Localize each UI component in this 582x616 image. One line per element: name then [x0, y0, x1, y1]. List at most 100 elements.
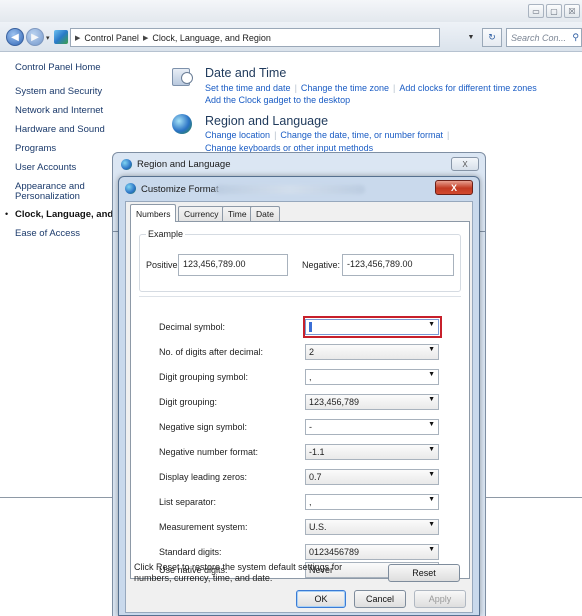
- measurement-system-select[interactable]: U.S. ▼: [305, 519, 439, 535]
- ok-button[interactable]: OK: [296, 590, 346, 608]
- sidebar-item-system-security[interactable]: System and Security: [15, 86, 102, 97]
- cancel-button[interactable]: Cancel: [354, 590, 406, 608]
- back-button[interactable]: ◀: [6, 28, 24, 46]
- standard-digits-value: 0123456789: [309, 547, 360, 557]
- forward-button[interactable]: ▶: [26, 28, 44, 46]
- clock-icon: [181, 72, 193, 84]
- sidebar-item-programs[interactable]: Programs: [15, 143, 56, 154]
- digits-after-decimal-select[interactable]: 2 ▼: [305, 344, 439, 360]
- decimal-symbol-label: Decimal symbol:: [159, 322, 226, 332]
- display-leading-zeros-select[interactable]: 0.7 ▼: [305, 469, 439, 485]
- blurred-title-text: [215, 185, 365, 194]
- sidebar-item-personalization[interactable]: Personalization: [15, 191, 80, 202]
- customize-format-title: Customize Format: [141, 184, 219, 195]
- date-time-title[interactable]: Date and Time: [205, 66, 286, 80]
- negative-sign-symbol-value: -: [309, 422, 312, 432]
- sidebar-item-network-internet[interactable]: Network and Internet: [15, 105, 103, 116]
- divider: [139, 296, 461, 297]
- measurement-system-label: Measurement system:: [159, 522, 248, 532]
- digits-after-decimal-label: No. of digits after decimal:: [159, 347, 264, 357]
- tab-currency[interactable]: Currency: [178, 206, 225, 221]
- address-bar[interactable]: ▶ Control Panel ▶ Clock, Language, and R…: [70, 28, 440, 47]
- tab-time[interactable]: Time: [222, 206, 253, 221]
- digit-grouping-select[interactable]: 123,456,789 ▼: [305, 394, 439, 410]
- display-leading-zeros-value: 0.7: [309, 472, 322, 482]
- sidebar-item-hardware-sound[interactable]: Hardware and Sound: [15, 124, 105, 135]
- link-set-time-date[interactable]: Set the time and date: [205, 83, 291, 93]
- search-icon: ⚲: [572, 32, 579, 42]
- maximize-button[interactable]: ▢: [546, 4, 562, 18]
- sidebar-item-user-accounts[interactable]: User Accounts: [15, 162, 76, 173]
- positive-label: Positive:: [146, 260, 181, 270]
- digit-grouping-symbol-value: ,: [309, 372, 312, 382]
- negative-sign-symbol-label: Negative sign symbol:: [159, 422, 248, 432]
- link-change-format[interactable]: Change the date, time, or number format: [280, 130, 443, 140]
- decimal-symbol-input[interactable]: ▼: [305, 319, 439, 335]
- apply-button[interactable]: Apply: [414, 590, 466, 608]
- link-add-clock-gadget[interactable]: Add the Clock gadget to the desktop: [205, 95, 350, 105]
- dropdown-arrow-icon: ▼: [428, 396, 435, 403]
- dropdown-arrow-icon: ▼: [428, 521, 435, 528]
- set-time-date-link[interactable]: Set the time and date | Change the time zo…: [205, 83, 537, 93]
- list-separator-label: List separator:: [159, 497, 217, 507]
- breadcrumb-chevron-icon: ▶: [142, 34, 149, 42]
- reset-button[interactable]: Reset: [388, 564, 460, 582]
- link-change-time-zone[interactable]: Change the time zone: [301, 83, 389, 93]
- refresh-icon: ↻: [488, 32, 496, 42]
- sidebar-item-control-panel-home[interactable]: Control Panel Home: [15, 62, 101, 73]
- list-separator-value: ,: [309, 497, 312, 507]
- current-item-bullet: •: [5, 209, 9, 219]
- control-panel-titlebar: ▭ ▢ ☒: [0, 0, 582, 22]
- example-label: Example: [146, 229, 186, 239]
- close-icon: X: [462, 159, 468, 169]
- sidebar-item-clock-language[interactable]: Clock, Language, and: [15, 209, 113, 220]
- tab-date[interactable]: Date: [250, 206, 280, 221]
- address-dropdown-button[interactable]: ▼: [462, 28, 480, 47]
- control-panel-icon: [54, 30, 68, 44]
- sidebar-item-ease-of-access[interactable]: Ease of Access: [15, 228, 80, 239]
- customize-format-dialog: Customize Format X Numbers Currency Time…: [118, 176, 480, 616]
- customize-format-titlebar: Customize Format X: [119, 177, 479, 201]
- reset-note: Click Reset to restore the system defaul…: [134, 562, 343, 583]
- negative-number-format-select[interactable]: -1.1 ▼: [305, 444, 439, 460]
- negative-label: Negative:: [302, 260, 341, 270]
- link-change-location[interactable]: Change location: [205, 130, 270, 140]
- digit-grouping-label: Digit grouping:: [159, 397, 218, 407]
- close-window-button[interactable]: ☒: [564, 4, 580, 18]
- search-placeholder: Search Con...: [511, 32, 567, 43]
- digit-grouping-symbol-label: Digit grouping symbol:: [159, 372, 249, 382]
- tab-numbers[interactable]: Numbers: [130, 204, 177, 222]
- dropdown-arrow-icon: ▼: [428, 371, 435, 378]
- numbers-tab-panel: Example Positive: 123,456,789.00 Negativ…: [130, 221, 470, 579]
- list-separator-input[interactable]: , ▼: [305, 494, 439, 510]
- standard-digits-label: Standard digits:: [159, 547, 222, 557]
- example-group: Example Positive: 123,456,789.00 Negativ…: [139, 229, 461, 292]
- display-leading-zeros-label: Display leading zeros:: [159, 472, 248, 482]
- refresh-button[interactable]: ↻: [482, 28, 502, 47]
- recent-pages-dropdown[interactable]: ▾: [46, 34, 50, 42]
- negative-example-field: -123,456,789.00: [342, 254, 454, 276]
- forward-arrow-icon: ▶: [31, 31, 39, 43]
- region-dialog-title: Region and Language: [137, 159, 231, 170]
- text-caret: [309, 322, 312, 332]
- region-language-title[interactable]: Region and Language: [205, 114, 328, 128]
- breadcrumb-clock-language-region[interactable]: Clock, Language, and Region: [152, 33, 271, 43]
- standard-digits-select[interactable]: 0123456789 ▼: [305, 544, 439, 560]
- negative-sign-symbol-input[interactable]: - ▼: [305, 419, 439, 435]
- region-dialog-close-button[interactable]: X: [451, 157, 479, 171]
- back-arrow-icon: ◀: [11, 31, 19, 43]
- measurement-system-value: U.S.: [309, 522, 327, 532]
- customize-format-close-button[interactable]: X: [435, 180, 473, 195]
- digit-grouping-symbol-input[interactable]: , ▼: [305, 369, 439, 385]
- breadcrumb-control-panel[interactable]: Control Panel: [84, 33, 139, 43]
- globe-clock-icon: [172, 114, 192, 134]
- minimize-button[interactable]: ▭: [528, 4, 544, 18]
- breadcrumb-chevron-icon: ▶: [75, 34, 81, 42]
- close-icon: X: [450, 182, 457, 193]
- dropdown-arrow-icon: ▼: [428, 546, 435, 553]
- link-add-clocks[interactable]: Add clocks for different time zones: [399, 83, 536, 93]
- search-input[interactable]: Search Con... ⚲: [506, 28, 582, 47]
- digit-grouping-value: 123,456,789: [309, 397, 360, 407]
- digits-after-decimal-value: 2: [309, 347, 315, 357]
- customize-format-body: Numbers Currency Time Date Example Posit…: [125, 201, 473, 613]
